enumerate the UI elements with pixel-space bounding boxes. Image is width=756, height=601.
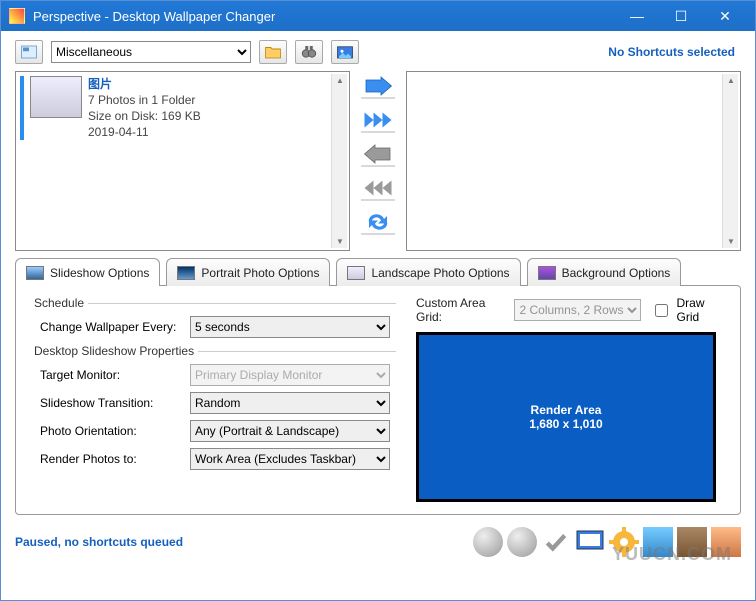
watermark: YUUCN.COM bbox=[612, 544, 732, 565]
folder-thumbnail bbox=[30, 76, 82, 118]
maximize-button[interactable]: ☐ bbox=[659, 5, 703, 27]
category-select[interactable]: Miscellaneous bbox=[51, 41, 251, 63]
add-all-button[interactable] bbox=[361, 109, 395, 133]
tab-landscape-label: Landscape Photo Options bbox=[371, 266, 509, 280]
image-folder-icon[interactable] bbox=[331, 40, 359, 64]
binoculars-icon[interactable] bbox=[295, 40, 323, 64]
landscape-icon bbox=[347, 266, 365, 280]
source-scrollbar[interactable] bbox=[331, 74, 347, 248]
source-panel[interactable]: 图片 7 Photos in 1 Folder Size on Disk: 16… bbox=[15, 71, 350, 251]
shortcuts-status: No Shortcuts selected bbox=[608, 45, 741, 59]
schedule-group: Schedule bbox=[30, 296, 396, 310]
slideshow-icon bbox=[26, 266, 44, 280]
target-monitor-label: Target Monitor: bbox=[30, 368, 190, 382]
refresh-button[interactable] bbox=[361, 211, 395, 235]
window-title: Perspective - Desktop Wallpaper Changer bbox=[33, 9, 615, 24]
draw-grid-checkbox[interactable] bbox=[655, 304, 668, 317]
target-scrollbar[interactable] bbox=[722, 74, 738, 248]
grid-select[interactable]: 2 Columns, 2 Rows bbox=[514, 299, 641, 321]
folder-size: Size on Disk: 169 KB bbox=[88, 108, 201, 124]
apply-button[interactable] bbox=[541, 527, 571, 557]
options-form: Schedule Change Wallpaper Every: 5 secon… bbox=[30, 296, 396, 502]
desktop-legend: Desktop Slideshow Properties bbox=[30, 344, 198, 358]
transfer-buttons bbox=[356, 71, 400, 251]
draw-grid-label: Draw Grid bbox=[676, 296, 726, 324]
add-one-button[interactable] bbox=[361, 75, 395, 99]
transition-select[interactable]: Random bbox=[190, 392, 390, 414]
orientation-select[interactable]: Any (Portrait & Landscape) bbox=[190, 420, 390, 442]
folder-count: 7 Photos in 1 Folder bbox=[88, 92, 201, 108]
minimize-button[interactable]: — bbox=[615, 5, 659, 27]
status-text: Paused, no shortcuts queued bbox=[15, 535, 473, 549]
next-button[interactable] bbox=[507, 527, 537, 557]
tab-strip: Slideshow Options Portrait Photo Options… bbox=[1, 258, 755, 286]
render-area-title: Render Area bbox=[531, 403, 602, 417]
render-preview-column: Custom Area Grid: 2 Columns, 2 Rows Draw… bbox=[416, 296, 726, 502]
desktop-group: Desktop Slideshow Properties bbox=[30, 344, 396, 358]
title-bar: Perspective - Desktop Wallpaper Changer … bbox=[1, 1, 755, 31]
background-icon bbox=[538, 266, 556, 280]
change-every-select[interactable]: 5 seconds bbox=[190, 316, 390, 338]
app-icon bbox=[9, 8, 25, 24]
folder-open-icon[interactable] bbox=[259, 40, 287, 64]
render-to-select[interactable]: Work Area (Excludes Taskbar) bbox=[190, 448, 390, 470]
remove-one-button[interactable] bbox=[361, 143, 395, 167]
remove-all-button[interactable] bbox=[361, 177, 395, 201]
toolbar: Miscellaneous No Shortcuts selected bbox=[1, 31, 755, 67]
render-area-dims: 1,680 x 1,010 bbox=[529, 417, 602, 431]
change-every-label: Change Wallpaper Every: bbox=[30, 320, 190, 334]
source-folder-item[interactable]: 图片 7 Photos in 1 Folder Size on Disk: 16… bbox=[16, 72, 349, 144]
render-to-label: Render Photos to: bbox=[30, 452, 190, 466]
category-icon[interactable] bbox=[15, 40, 43, 64]
tab-slideshow[interactable]: Slideshow Options bbox=[15, 258, 160, 286]
orientation-label: Photo Orientation: bbox=[30, 424, 190, 438]
tab-slideshow-label: Slideshow Options bbox=[50, 266, 149, 280]
portrait-icon bbox=[177, 266, 195, 280]
folder-name: 图片 bbox=[88, 76, 201, 92]
tab-background[interactable]: Background Options bbox=[527, 258, 682, 286]
transition-label: Slideshow Transition: bbox=[30, 396, 190, 410]
render-area-preview: Render Area 1,680 x 1,010 bbox=[416, 332, 716, 502]
schedule-legend: Schedule bbox=[30, 296, 88, 310]
tab-background-label: Background Options bbox=[562, 266, 671, 280]
tab-portrait-label: Portrait Photo Options bbox=[201, 266, 319, 280]
folder-meta: 图片 7 Photos in 1 Folder Size on Disk: 16… bbox=[88, 76, 201, 140]
folder-panels: 图片 7 Photos in 1 Folder Size on Disk: 16… bbox=[1, 67, 755, 257]
folder-date: 2019-04-11 bbox=[88, 124, 201, 140]
target-monitor-select[interactable]: Primary Display Monitor bbox=[190, 364, 390, 386]
monitor-icon[interactable] bbox=[575, 527, 605, 557]
tab-portrait[interactable]: Portrait Photo Options bbox=[166, 258, 330, 286]
tab-landscape[interactable]: Landscape Photo Options bbox=[336, 258, 520, 286]
selection-indicator bbox=[20, 76, 24, 140]
grid-label: Custom Area Grid: bbox=[416, 296, 506, 324]
tab-content: Schedule Change Wallpaper Every: 5 secon… bbox=[15, 285, 741, 515]
prev-button[interactable] bbox=[473, 527, 503, 557]
target-panel[interactable] bbox=[406, 71, 741, 251]
close-button[interactable]: ✕ bbox=[703, 5, 747, 27]
